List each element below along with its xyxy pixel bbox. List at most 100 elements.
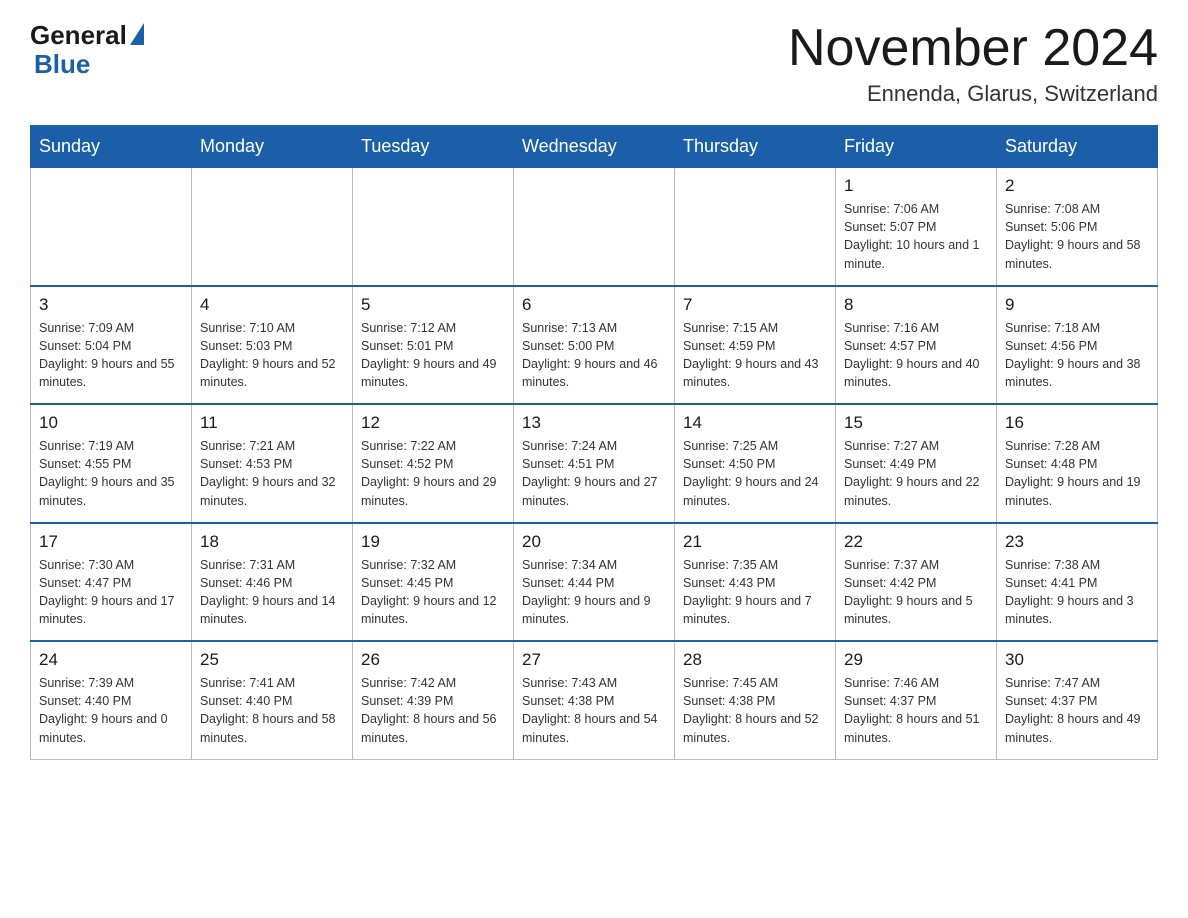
day-info: Sunrise: 7:21 AMSunset: 4:53 PMDaylight:… <box>200 437 344 510</box>
calendar-day-cell <box>353 168 514 286</box>
day-info: Sunrise: 7:24 AMSunset: 4:51 PMDaylight:… <box>522 437 666 510</box>
day-info: Sunrise: 7:45 AMSunset: 4:38 PMDaylight:… <box>683 674 827 747</box>
calendar-day-cell <box>31 168 192 286</box>
day-info: Sunrise: 7:47 AMSunset: 4:37 PMDaylight:… <box>1005 674 1149 747</box>
day-number: 21 <box>683 532 827 552</box>
day-info: Sunrise: 7:27 AMSunset: 4:49 PMDaylight:… <box>844 437 988 510</box>
calendar-day-cell: 6 Sunrise: 7:13 AMSunset: 5:00 PMDaylight… <box>514 286 675 405</box>
month-title: November 2024 <box>788 20 1158 77</box>
calendar-week-row: 10Sunrise: 7:19 AMSunset: 4:55 PMDayligh… <box>31 404 1158 523</box>
calendar-day-cell <box>192 168 353 286</box>
weekday-header: Wednesday <box>514 126 675 168</box>
calendar-day-cell: 30Sunrise: 7:47 AMSunset: 4:37 PMDayligh… <box>997 641 1158 759</box>
page-header: General Blue November 2024 Ennenda, Glar… <box>30 20 1158 107</box>
day-number: 13 <box>522 413 666 433</box>
weekday-header: Tuesday <box>353 126 514 168</box>
day-info: Sunrise: 7:43 AMSunset: 4:38 PMDaylight:… <box>522 674 666 747</box>
calendar-week-row: 3Sunrise: 7:09 AMSunset: 5:04 PMDaylight… <box>31 286 1158 405</box>
calendar-day-cell: 10Sunrise: 7:19 AMSunset: 4:55 PMDayligh… <box>31 404 192 523</box>
calendar-day-cell: 12 Sunrise: 7:22 AMSunset: 4:52 PMDayligh… <box>353 404 514 523</box>
day-number: 20 <box>522 532 666 552</box>
calendar-day-cell <box>514 168 675 286</box>
calendar-day-cell: 1 Sunrise: 7:06 AMSunset: 5:07 PMDaylight… <box>836 168 997 286</box>
logo-blue-text: Blue <box>34 51 90 77</box>
day-number: 1 <box>844 176 988 196</box>
day-number: 12 <box>361 413 505 433</box>
day-info: Sunrise: 7:10 AMSunset: 5:03 PMDaylight:… <box>200 319 344 392</box>
calendar-day-cell: 28 Sunrise: 7:45 AMSunset: 4:38 PMDayligh… <box>675 641 836 759</box>
day-info: Sunrise: 7:22 AMSunset: 4:52 PMDaylight:… <box>361 437 505 510</box>
day-number: 15 <box>844 413 988 433</box>
day-number: 28 <box>683 650 827 670</box>
day-info: Sunrise: 7:37 AMSunset: 4:42 PMDaylight:… <box>844 556 988 629</box>
day-number: 17 <box>39 532 183 552</box>
logo-general-text: General <box>30 20 127 51</box>
day-number: 25 <box>200 650 344 670</box>
location: Ennenda, Glarus, Switzerland <box>788 81 1158 107</box>
day-info: Sunrise: 7:35 AMSunset: 4:43 PMDaylight:… <box>683 556 827 629</box>
day-info: Sunrise: 7:15 AMSunset: 4:59 PMDaylight:… <box>683 319 827 392</box>
day-info: Sunrise: 7:09 AMSunset: 5:04 PMDaylight:… <box>39 319 183 392</box>
calendar-table: SundayMondayTuesdayWednesdayThursdayFrid… <box>30 125 1158 760</box>
day-number: 27 <box>522 650 666 670</box>
day-number: 9 <box>1005 295 1149 315</box>
weekday-header: Friday <box>836 126 997 168</box>
day-info: Sunrise: 7:06 AMSunset: 5:07 PMDaylight:… <box>844 200 988 273</box>
logo: General Blue <box>30 20 144 77</box>
day-info: Sunrise: 7:08 AMSunset: 5:06 PMDaylight:… <box>1005 200 1149 273</box>
day-info: Sunrise: 7:42 AMSunset: 4:39 PMDaylight:… <box>361 674 505 747</box>
day-number: 2 <box>1005 176 1149 196</box>
weekday-header: Saturday <box>997 126 1158 168</box>
calendar-day-cell: 4 Sunrise: 7:10 AMSunset: 5:03 PMDaylight… <box>192 286 353 405</box>
day-number: 22 <box>844 532 988 552</box>
calendar-day-cell: 19Sunrise: 7:32 AMSunset: 4:45 PMDayligh… <box>353 523 514 642</box>
calendar-week-row: 1 Sunrise: 7:06 AMSunset: 5:07 PMDaylight… <box>31 168 1158 286</box>
day-info: Sunrise: 7:28 AMSunset: 4:48 PMDaylight:… <box>1005 437 1149 510</box>
day-number: 26 <box>361 650 505 670</box>
calendar-day-cell: 17 Sunrise: 7:30 AMSunset: 4:47 PMDayligh… <box>31 523 192 642</box>
day-info: Sunrise: 7:18 AMSunset: 4:56 PMDaylight:… <box>1005 319 1149 392</box>
calendar-day-cell: 9 Sunrise: 7:18 AMSunset: 4:56 PMDaylight… <box>997 286 1158 405</box>
calendar-day-cell: 14 Sunrise: 7:25 AMSunset: 4:50 PMDayligh… <box>675 404 836 523</box>
calendar-day-cell: 13 Sunrise: 7:24 AMSunset: 4:51 PMDayligh… <box>514 404 675 523</box>
calendar-day-cell: 15 Sunrise: 7:27 AMSunset: 4:49 PMDayligh… <box>836 404 997 523</box>
calendar-day-cell: 23 Sunrise: 7:38 AMSunset: 4:41 PMDayligh… <box>997 523 1158 642</box>
day-number: 18 <box>200 532 344 552</box>
calendar-day-cell: 8Sunrise: 7:16 AMSunset: 4:57 PMDaylight… <box>836 286 997 405</box>
calendar-day-cell: 25Sunrise: 7:41 AMSunset: 4:40 PMDayligh… <box>192 641 353 759</box>
day-info: Sunrise: 7:34 AMSunset: 4:44 PMDaylight:… <box>522 556 666 629</box>
day-number: 4 <box>200 295 344 315</box>
day-number: 16 <box>1005 413 1149 433</box>
calendar-day-cell: 5Sunrise: 7:12 AMSunset: 5:01 PMDaylight… <box>353 286 514 405</box>
day-info: Sunrise: 7:32 AMSunset: 4:45 PMDaylight:… <box>361 556 505 629</box>
day-number: 14 <box>683 413 827 433</box>
calendar-day-cell: 16 Sunrise: 7:28 AMSunset: 4:48 PMDayligh… <box>997 404 1158 523</box>
calendar-day-cell: 20 Sunrise: 7:34 AMSunset: 4:44 PMDayligh… <box>514 523 675 642</box>
day-number: 5 <box>361 295 505 315</box>
day-info: Sunrise: 7:30 AMSunset: 4:47 PMDaylight:… <box>39 556 183 629</box>
calendar-day-cell: 18 Sunrise: 7:31 AMSunset: 4:46 PMDayligh… <box>192 523 353 642</box>
calendar-day-cell: 11Sunrise: 7:21 AMSunset: 4:53 PMDayligh… <box>192 404 353 523</box>
day-number: 23 <box>1005 532 1149 552</box>
day-number: 7 <box>683 295 827 315</box>
weekday-header: Monday <box>192 126 353 168</box>
day-info: Sunrise: 7:46 AMSunset: 4:37 PMDaylight:… <box>844 674 988 747</box>
calendar-day-cell: 3Sunrise: 7:09 AMSunset: 5:04 PMDaylight… <box>31 286 192 405</box>
calendar-day-cell: 29 Sunrise: 7:46 AMSunset: 4:37 PMDayligh… <box>836 641 997 759</box>
day-number: 6 <box>522 295 666 315</box>
calendar-day-cell: 26 Sunrise: 7:42 AMSunset: 4:39 PMDayligh… <box>353 641 514 759</box>
weekday-header: Sunday <box>31 126 192 168</box>
day-number: 29 <box>844 650 988 670</box>
day-info: Sunrise: 7:13 AMSunset: 5:00 PMDaylight:… <box>522 319 666 392</box>
calendar-day-cell: 2 Sunrise: 7:08 AMSunset: 5:06 PMDaylight… <box>997 168 1158 286</box>
weekday-header: Thursday <box>675 126 836 168</box>
day-number: 10 <box>39 413 183 433</box>
day-info: Sunrise: 7:25 AMSunset: 4:50 PMDaylight:… <box>683 437 827 510</box>
calendar-day-cell: 21 Sunrise: 7:35 AMSunset: 4:43 PMDayligh… <box>675 523 836 642</box>
calendar-week-row: 17 Sunrise: 7:30 AMSunset: 4:47 PMDayligh… <box>31 523 1158 642</box>
calendar-day-cell: 22 Sunrise: 7:37 AMSunset: 4:42 PMDayligh… <box>836 523 997 642</box>
calendar-week-row: 24Sunrise: 7:39 AMSunset: 4:40 PMDayligh… <box>31 641 1158 759</box>
day-info: Sunrise: 7:31 AMSunset: 4:46 PMDaylight:… <box>200 556 344 629</box>
day-number: 24 <box>39 650 183 670</box>
day-info: Sunrise: 7:38 AMSunset: 4:41 PMDaylight:… <box>1005 556 1149 629</box>
